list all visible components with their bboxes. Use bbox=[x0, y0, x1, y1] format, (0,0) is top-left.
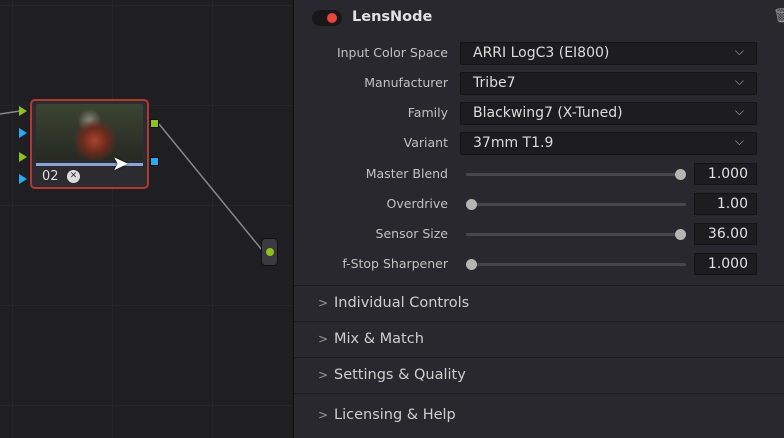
family-dropdown[interactable]: Blackwing7 (X-Tuned) ⌵ bbox=[460, 102, 757, 125]
node-editor[interactable]: 02 ✕ ➤ bbox=[0, 0, 292, 438]
slider-knob[interactable] bbox=[675, 229, 686, 240]
section-licensing-help[interactable]: > Licensing & Help bbox=[294, 393, 784, 438]
section-label: Licensing & Help bbox=[334, 407, 456, 423]
dropdown-label: Manufacturer bbox=[364, 75, 448, 90]
section-label: Mix & Match bbox=[334, 331, 424, 347]
dropdown-value: ARRI LogC3 (EI800) bbox=[473, 45, 610, 61]
trash-icon[interactable]: 🗑 bbox=[773, 8, 784, 24]
dropdown-label: Input Color Space bbox=[336, 45, 448, 60]
slider-label: f-Stop Sharpener bbox=[342, 256, 448, 271]
dropdown-label: Family bbox=[407, 105, 448, 120]
chevron-down-icon: ⌵ bbox=[734, 104, 744, 118]
overdrive-value[interactable]: 1.00 bbox=[694, 193, 757, 215]
node-label: 02 bbox=[42, 169, 59, 184]
f-stop-sharpener-slider[interactable] bbox=[466, 259, 686, 270]
slider-knob[interactable] bbox=[675, 169, 686, 180]
chevron-right-icon: > bbox=[318, 296, 329, 310]
slider-label: Overdrive bbox=[386, 196, 448, 211]
slider-knob[interactable] bbox=[466, 259, 477, 270]
toggle-dot bbox=[327, 13, 337, 23]
section-individual-controls[interactable]: > Individual Controls bbox=[294, 285, 784, 321]
master-blend-value[interactable]: 1.000 bbox=[694, 163, 757, 185]
enable-toggle[interactable] bbox=[312, 10, 342, 26]
f-stop-sharpener-value[interactable]: 1.000 bbox=[694, 253, 757, 275]
output-node[interactable] bbox=[261, 238, 278, 266]
dropdown-value: 37mm T1.9 bbox=[473, 135, 554, 151]
connection-lines bbox=[0, 110, 263, 251]
slider-knob[interactable] bbox=[466, 199, 477, 210]
input-green-triangle[interactable] bbox=[19, 152, 27, 162]
inspector-panel: LensNode 🗑 Input Color Space ARRI LogC3 … bbox=[293, 0, 784, 438]
output-dot bbox=[266, 248, 274, 256]
chevron-down-icon: ⌵ bbox=[734, 44, 744, 58]
variant-dropdown[interactable]: 37mm T1.9 ⌵ bbox=[460, 132, 757, 155]
dropdown-value: Tribe7 bbox=[473, 75, 516, 91]
dropdown-value: Blackwing7 (X-Tuned) bbox=[473, 105, 623, 121]
chevron-right-icon: > bbox=[318, 332, 329, 346]
manufacturer-dropdown[interactable]: Tribe7 ⌵ bbox=[460, 72, 757, 95]
chevron-down-icon: ⌵ bbox=[734, 74, 744, 88]
input-blue-triangle[interactable] bbox=[19, 174, 27, 184]
chevron-down-icon: ⌵ bbox=[734, 134, 744, 148]
overdrive-slider[interactable] bbox=[466, 199, 686, 210]
input-color-space-dropdown[interactable]: ARRI LogC3 (EI800) ⌵ bbox=[460, 42, 757, 65]
output-blue-square[interactable] bbox=[150, 157, 159, 166]
slider-label: Master Blend bbox=[365, 166, 448, 181]
openfx-icon: ✕ bbox=[67, 170, 80, 183]
input-green-triangle[interactable] bbox=[19, 106, 27, 116]
output-green-square[interactable] bbox=[150, 119, 159, 128]
section-label: Settings & Quality bbox=[334, 367, 466, 383]
section-settings-quality[interactable]: > Settings & Quality bbox=[294, 357, 784, 393]
chevron-right-icon: > bbox=[318, 368, 329, 382]
sensor-size-value[interactable]: 36.00 bbox=[694, 223, 757, 245]
mouse-cursor-icon: ➤ bbox=[112, 151, 129, 175]
lens-node[interactable]: 02 ✕ ➤ bbox=[30, 99, 149, 189]
master-blend-slider[interactable] bbox=[466, 169, 686, 180]
chevron-right-icon: > bbox=[318, 408, 329, 422]
dropdown-label: Variant bbox=[403, 135, 448, 150]
node-title: LensNode bbox=[352, 9, 433, 25]
slider-label: Sensor Size bbox=[375, 226, 448, 241]
input-blue-triangle[interactable] bbox=[19, 128, 27, 138]
sensor-size-slider[interactable] bbox=[466, 229, 686, 240]
section-mix-match[interactable]: > Mix & Match bbox=[294, 321, 784, 357]
section-label: Individual Controls bbox=[334, 295, 470, 311]
